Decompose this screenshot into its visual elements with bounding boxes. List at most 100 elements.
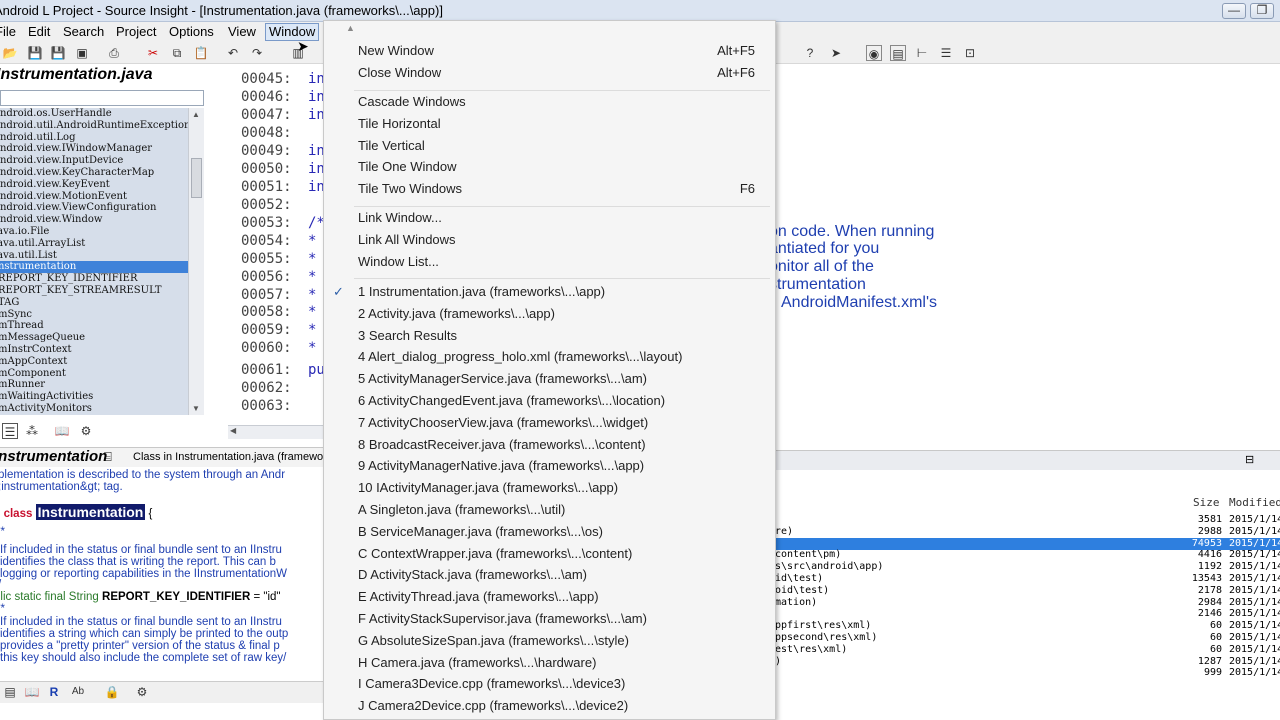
minimize-button[interactable]: — — [1222, 3, 1246, 19]
file-row[interactable]: oid\test) 2178 2015/1/14 — [775, 585, 1280, 597]
code-text[interactable]: * — [308, 269, 316, 285]
menu-item-file[interactable]: 7 ActivityChooserView.java (frameworks\.… — [358, 415, 648, 430]
symbol-list-item[interactable]: mRunner — [0, 379, 188, 391]
categories-icon[interactable]: ⁂ — [24, 423, 40, 439]
font-icon[interactable]: Ab — [70, 684, 86, 700]
code-text[interactable]: * — [308, 251, 316, 267]
highlighted-symbol[interactable]: Instrumentation — [35, 504, 146, 520]
menu-item-file[interactable]: 3 Search Results — [358, 328, 457, 343]
symbol-list-item[interactable]: mMessageQueue — [0, 332, 188, 344]
menu-item-file[interactable]: 10 IActivityManager.java (frameworks\...… — [358, 480, 618, 495]
code-text[interactable]: * — [308, 287, 316, 303]
menu-item-file[interactable]: G AbsoluteSizeSpan.java (frameworks\...\… — [358, 633, 629, 648]
symbol-list-item[interactable]: android.os.UserHandle — [0, 108, 188, 120]
symbol-list-item[interactable]: android.view.KeyEvent — [0, 179, 188, 191]
symbol-list-item[interactable]: android.view.IWindowManager — [0, 143, 188, 155]
file-row[interactable]: mation) 2984 2015/1/14 — [775, 597, 1280, 609]
column-size[interactable]: Size — [1193, 496, 1220, 509]
undo-icon[interactable]: ↶ — [225, 45, 241, 61]
book-icon[interactable]: 📖 — [24, 684, 40, 700]
code-horizontal-scrollbar[interactable]: ◀ — [228, 425, 324, 439]
menu-item-file[interactable]: A Singleton.java (frameworks\...\util) — [358, 502, 565, 517]
print-icon[interactable]: ⎙ — [106, 45, 122, 61]
code-text[interactable]: * — [308, 340, 316, 356]
help-pointer-icon[interactable]: ➤ — [828, 45, 844, 61]
file-row[interactable]: content\pm) 4416 2015/1/14 — [775, 549, 1280, 561]
symbol-list-item[interactable]: REPORT_KEY_IDENTIFIER — [0, 273, 188, 285]
cut-icon[interactable]: ✂ — [145, 45, 161, 61]
code-editor[interactable]: 00045: in 00046: in 00047: in 00048: 00049: in 00… — [208, 64, 325, 424]
symbol-list-item[interactable]: mSync — [0, 309, 188, 321]
symbol-list-item[interactable]: android.view.Window — [0, 214, 188, 226]
menu-item-file[interactable]: 2 Activity.java (frameworks\...\app) — [358, 306, 555, 321]
menu-item-file[interactable]: J Camera2Device.cpp (frameworks\...\devi… — [358, 698, 628, 713]
symbol-list-item[interactable]: TAG — [0, 297, 188, 309]
panel-options-icon[interactable]: ⊟ — [1245, 453, 1254, 466]
symbol-list-item[interactable]: android.util.AndroidRuntimeException — [0, 120, 188, 132]
symbol-list-item[interactable]: mAppContext — [0, 356, 188, 368]
menu-item-file[interactable]: D ActivityStack.java (frameworks\...\am) — [358, 567, 587, 582]
redo-icon[interactable]: ↷ — [249, 45, 265, 61]
settings-icon[interactable]: ⚙ — [78, 423, 94, 439]
code-text[interactable]: * — [308, 322, 316, 338]
lock-icon[interactable]: 🔒 — [104, 684, 120, 700]
menu-item-tile-horizontal[interactable]: Tile Horizontal — [358, 116, 441, 131]
copy-icon[interactable]: ⧉ — [169, 45, 185, 61]
menu-item-link-all-windows[interactable]: Link All Windows — [358, 232, 456, 247]
symbol-list-item[interactable]: mThread — [0, 320, 188, 332]
menu-item-file[interactable]: F ActivityStackSupervisor.java (framewor… — [358, 611, 647, 626]
book-icon[interactable]: 📖 — [54, 423, 70, 439]
symbol-list-item[interactable]: mComponent — [0, 368, 188, 380]
menu-item-cascade-windows[interactable]: Cascade Windows — [358, 94, 466, 109]
save-all-icon[interactable]: 💾 — [50, 45, 66, 61]
save-icon[interactable]: 💾 — [27, 45, 43, 61]
menu-item-file[interactable]: B ServiceManager.java (frameworks\...\os… — [358, 524, 603, 539]
file-row[interactable]: ppsecond\res\xml) 60 2015/1/14 — [775, 632, 1280, 644]
symbol-list-item[interactable]: mWaitingActivities — [0, 391, 188, 403]
menu-item-file[interactable]: 8 BroadcastReceiver.java (frameworks\...… — [358, 437, 646, 452]
menu-item-file[interactable]: I Camera3Device.cpp (frameworks\...\devi… — [358, 676, 625, 691]
menu-item-tile-one-window[interactable]: Tile One Window — [358, 159, 457, 174]
tree-icon[interactable]: ⊢ — [914, 45, 930, 61]
menu-item-new-window[interactable]: New Window — [358, 43, 434, 58]
menu-item-tile-vertical[interactable]: Tile Vertical — [358, 138, 425, 153]
menu-item-file[interactable]: E ActivityThread.java (frameworks\...\ap… — [358, 589, 599, 604]
file-row[interactable]: 74953 2015/1/14 — [775, 537, 1280, 550]
symbol-list-item[interactable]: android.view.MotionEvent — [0, 191, 188, 203]
file-row[interactable]: s\src\android\app) 1192 2015/1/14 — [775, 561, 1280, 573]
file-row[interactable]: ppfirst\res\xml) 60 2015/1/14 — [775, 620, 1280, 632]
reference-icon[interactable]: R — [46, 684, 62, 700]
scroll-up-arrow-icon[interactable]: ▲ — [346, 23, 355, 33]
outline-icon[interactable]: ☰ — [938, 45, 954, 61]
context-icon[interactable]: ⌸ — [104, 449, 112, 465]
scroll-down-icon[interactable]: ▼ — [192, 404, 200, 413]
code-text[interactable]: * — [308, 304, 316, 320]
file-row[interactable]: ) 1287 2015/1/14 — [775, 656, 1280, 668]
menu-item-file[interactable]: 9 ActivityManagerNative.java (frameworks… — [358, 458, 644, 473]
menu-item-file[interactable]: 6 ActivityChangedEvent.java (frameworks\… — [358, 393, 665, 408]
symbol-list-item[interactable]: android.view.KeyCharacterMap — [0, 167, 188, 179]
file-row[interactable]: id\test) 13543 2015/1/14 — [775, 573, 1280, 585]
menu-item-tile-two-windows[interactable]: Tile Two Windows — [358, 181, 462, 196]
menu-file[interactable]: File — [0, 24, 19, 39]
symbol-list-item[interactable]: mActivityMonitors — [0, 403, 188, 415]
menu-item-file[interactable]: 4 Alert_dialog_progress_holo.xml (framew… — [358, 349, 682, 364]
symbol-list[interactable]: android.os.UserHandle android.util.Androi… — [0, 108, 188, 415]
symbol-list-item[interactable]: java.util.List — [0, 250, 188, 262]
symbol-list-item[interactable]: REPORT_KEY_STREAMRESULT — [0, 285, 188, 297]
settings-icon[interactable]: ⚙ — [134, 684, 150, 700]
code-text[interactable]: * — [308, 233, 316, 249]
window-icon[interactable]: ▤ — [2, 684, 18, 700]
scrollbar-thumb[interactable] — [191, 158, 202, 198]
menu-item-link-window[interactable]: Link Window... — [358, 210, 442, 225]
panel-icon[interactable]: ⊡ — [962, 45, 978, 61]
menu-item-file[interactable]: C ContextWrapper.java (frameworks\...\co… — [358, 546, 632, 561]
symbol-list-item[interactable]: mInstrContext — [0, 344, 188, 356]
symbol-list-item[interactable]: android.view.ViewConfiguration — [0, 202, 188, 214]
help-context-icon[interactable]: ? — [802, 45, 818, 61]
relation-icon[interactable]: ▤ — [890, 45, 906, 61]
paste-icon[interactable]: 📋 — [193, 45, 209, 61]
menu-search[interactable]: Search — [60, 24, 107, 39]
file-row[interactable]: re) 2988 2015/1/14 — [775, 526, 1280, 538]
symbol-list-item[interactable]: java.io.File — [0, 226, 188, 238]
